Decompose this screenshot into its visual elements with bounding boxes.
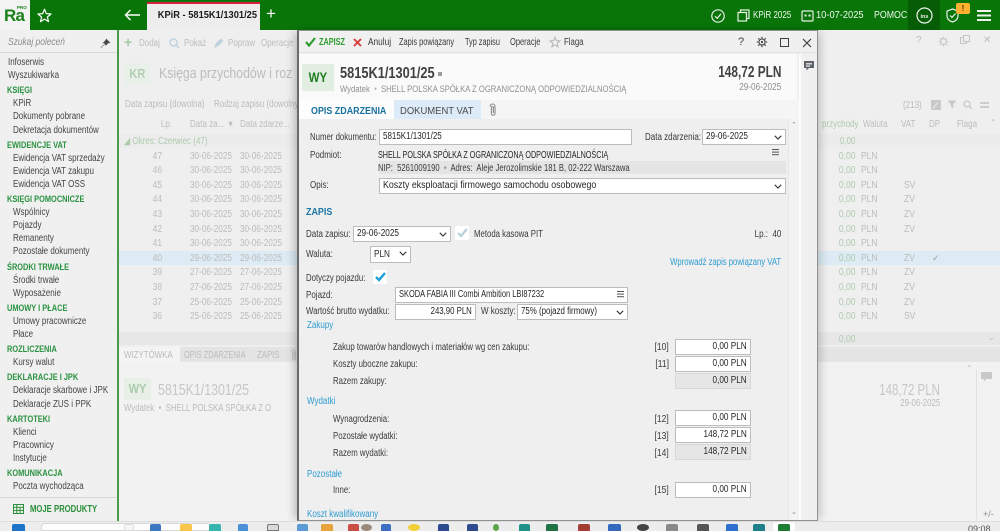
svg-text:ins: ins: [921, 14, 929, 20]
